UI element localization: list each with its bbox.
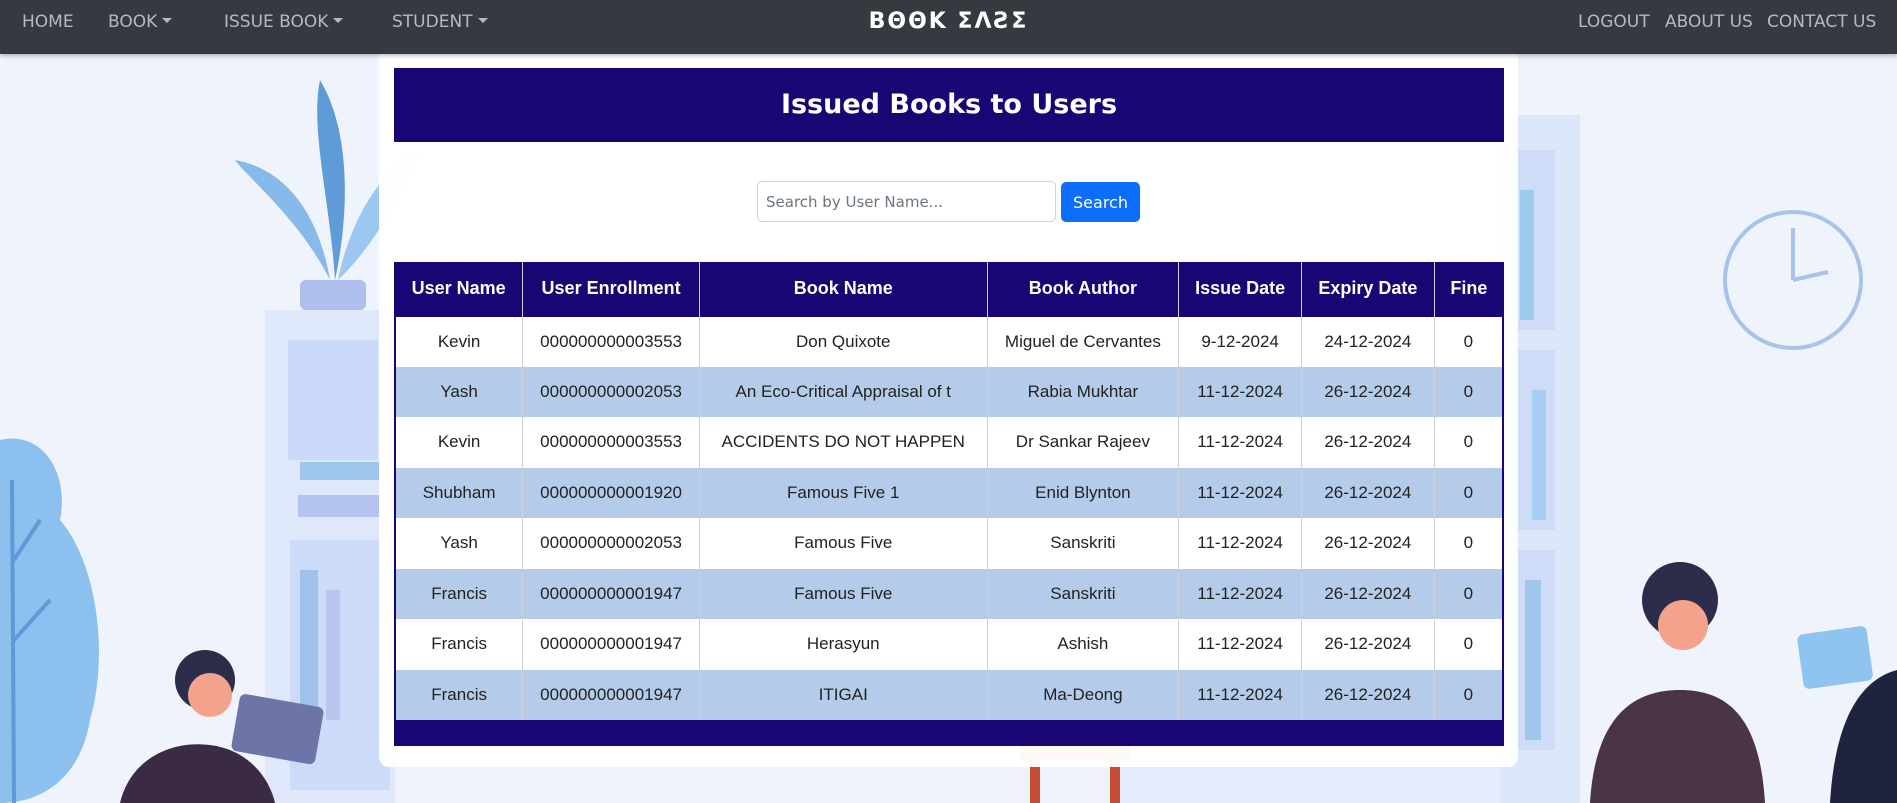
cell-user-enrollment: 000000000001920 [522, 467, 700, 518]
cell-book-name: Famous Five [699, 518, 988, 569]
cell-book-name: Herasyun [699, 619, 988, 670]
column-header-book-author: Book Author [987, 262, 1180, 316]
table-row: Francis 000000000001947 Famous Five Sans… [394, 568, 1504, 619]
cell-book-author: Enid Blynton [987, 467, 1180, 518]
column-header-user-enrollment: User Enrollment [522, 262, 700, 316]
table-header-row: User Name User Enrollment Book Name Book… [395, 262, 1503, 316]
issued-books-table-container: User Name User Enrollment Book Name Book… [394, 262, 1504, 746]
nav-issue-book-label: ISSUE BOOK [224, 12, 329, 32]
cell-book-name: Famous Five 1 [699, 467, 988, 518]
cell-issue-date: 11-12-2024 [1178, 669, 1302, 720]
nav-issue-book-dropdown[interactable]: ISSUE BOOK [224, 0, 344, 44]
cell-expiry-date: 26-12-2024 [1301, 669, 1435, 720]
cell-issue-date: 11-12-2024 [1178, 417, 1302, 468]
caret-down-icon [477, 17, 488, 23]
nav-student-label: STUDENT [392, 12, 473, 32]
cell-book-author: Rabia Mukhtar [987, 366, 1180, 417]
cell-book-name: ACCIDENTS DO NOT HAPPEN [699, 417, 988, 468]
cell-issue-date: 9-12-2024 [1178, 315, 1302, 367]
cell-user-enrollment: 000000000002053 [522, 366, 700, 417]
issued-books-table: User Name User Enrollment Book Name Book… [394, 262, 1504, 720]
cell-book-author: Ma-Deong [987, 669, 1180, 720]
cell-user-name: Kevin [394, 315, 524, 367]
cell-fine: 0 [1434, 366, 1504, 417]
column-header-user-name: User Name [395, 262, 524, 316]
cell-fine: 0 [1434, 669, 1504, 720]
search-button[interactable]: Search [1061, 182, 1140, 222]
cell-book-name: Don Quixote [699, 315, 988, 367]
cell-fine: 0 [1434, 518, 1504, 569]
cell-user-name: Yash [394, 366, 524, 417]
cell-user-name: Shubham [394, 467, 524, 518]
column-header-book-name: Book Name [699, 262, 988, 316]
cell-user-name: Francis [394, 669, 524, 720]
cell-expiry-date: 26-12-2024 [1301, 518, 1435, 569]
cell-issue-date: 11-12-2024 [1178, 366, 1302, 417]
brand-logo[interactable]: BΘΘK ΣΛƧΣ [869, 9, 1029, 34]
cell-issue-date: 11-12-2024 [1178, 518, 1302, 569]
cell-user-name: Francis [394, 619, 524, 670]
table-row: Shubham 000000000001920 Famous Five 1 En… [394, 467, 1504, 518]
cell-expiry-date: 26-12-2024 [1301, 467, 1435, 518]
column-header-expiry-date: Expiry Date [1301, 262, 1435, 316]
table-row: Kevin 000000000003553 Don Quixote Miguel… [394, 315, 1504, 367]
cell-issue-date: 11-12-2024 [1178, 467, 1302, 518]
cell-book-author: Sanskriti [987, 518, 1180, 569]
column-header-issue-date: Issue Date [1178, 262, 1302, 316]
cell-fine: 0 [1434, 417, 1504, 468]
cell-expiry-date: 26-12-2024 [1301, 568, 1435, 619]
page-title: Issued Books to Users [394, 68, 1504, 142]
nav-home-link[interactable]: HOME [22, 0, 74, 44]
table-row: Kevin 000000000003553 ACCIDENTS DO NOT H… [394, 417, 1504, 468]
cell-fine: 0 [1434, 315, 1504, 367]
cell-fine: 0 [1434, 568, 1504, 619]
nav-book-dropdown[interactable]: BOOK [108, 0, 173, 44]
cell-user-enrollment: 000000000001947 [522, 568, 700, 619]
cell-book-name: Famous Five [699, 568, 988, 619]
top-navbar: HOME BOOK ISSUE BOOK STUDENT BΘΘK ΣΛƧΣ L… [0, 0, 1897, 54]
nav-student-dropdown[interactable]: STUDENT [392, 0, 488, 44]
table-row: Yash 000000000002053 An Eco-Critical App… [394, 366, 1504, 417]
cell-expiry-date: 26-12-2024 [1301, 366, 1435, 417]
cell-issue-date: 11-12-2024 [1178, 619, 1302, 670]
nav-contact-link[interactable]: CONTACT US [1767, 0, 1876, 44]
cell-user-enrollment: 000000000001947 [522, 669, 700, 720]
cell-book-author: Dr Sankar Rajeev [987, 417, 1180, 468]
cell-issue-date: 11-12-2024 [1178, 568, 1302, 619]
table-row: Yash 000000000002053 Famous Five Sanskri… [394, 518, 1504, 569]
cell-book-name: An Eco-Critical Appraisal of t [699, 366, 988, 417]
table-row: Francis 000000000001947 ITIGAI Ma-Deong … [394, 669, 1504, 720]
nav-book-label: BOOK [108, 12, 158, 32]
column-header-fine: Fine [1450, 278, 1488, 299]
cell-user-enrollment: 000000000003553 [522, 315, 700, 367]
cell-expiry-date: 24-12-2024 [1301, 315, 1435, 367]
cell-user-name: Kevin [394, 417, 524, 468]
cell-book-author: Miguel de Cervantes [987, 315, 1180, 367]
nav-about-link[interactable]: ABOUT US [1665, 0, 1753, 44]
cell-user-enrollment: 000000000001947 [522, 619, 700, 670]
cell-expiry-date: 26-12-2024 [1301, 417, 1435, 468]
cell-fine: 0 [1434, 467, 1504, 518]
cell-expiry-date: 26-12-2024 [1301, 619, 1435, 670]
caret-down-icon [162, 17, 173, 23]
table-row: Francis 000000000001947 Herasyun Ashish … [394, 619, 1504, 670]
caret-down-icon [333, 17, 344, 23]
cell-fine: 0 [1434, 619, 1504, 670]
cell-book-author: Ashish [987, 619, 1180, 670]
cell-user-name: Francis [394, 568, 524, 619]
cell-user-enrollment: 000000000002053 [522, 518, 700, 569]
cell-book-name: ITIGAI [699, 669, 988, 720]
cell-book-author: Sanskriti [987, 568, 1180, 619]
cell-user-name: Yash [394, 518, 524, 569]
nav-logout-link[interactable]: LOGOUT [1578, 0, 1650, 44]
search-input[interactable] [757, 181, 1056, 222]
cell-user-enrollment: 000000000003553 [522, 417, 700, 468]
